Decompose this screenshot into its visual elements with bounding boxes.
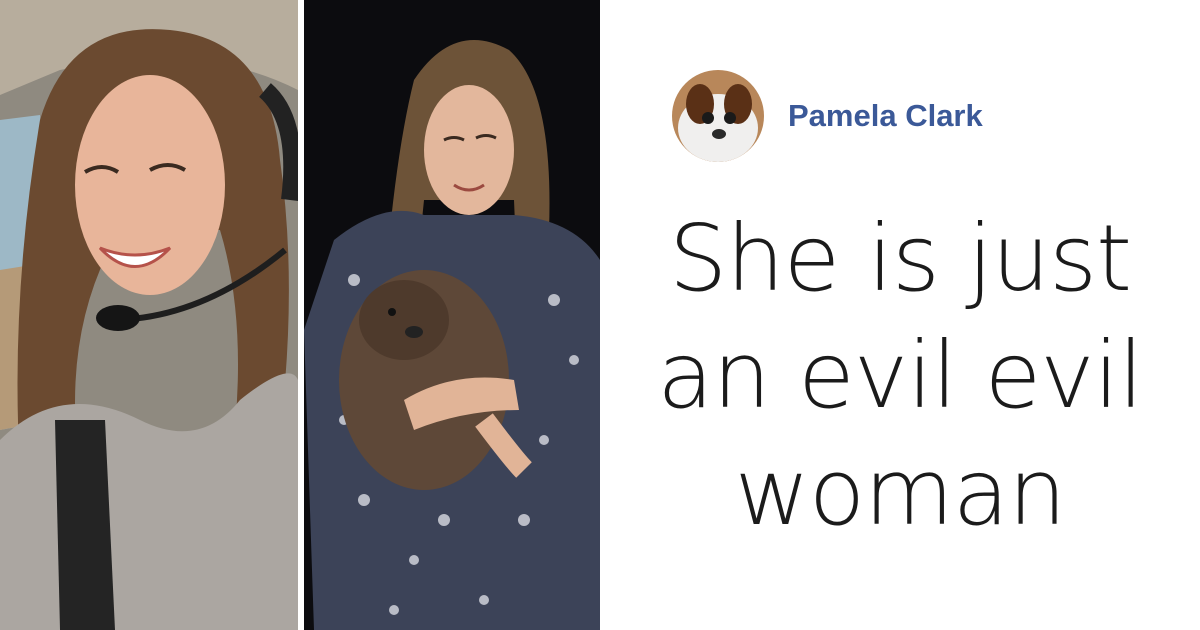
comment-author: Pamela Clark [672,70,983,162]
author-name[interactable]: Pamela Clark [788,98,983,134]
avatar[interactable] [672,70,764,162]
comment-text-line: woman [734,439,1067,546]
comment-panel: Pamela Clark She is just an evil evil wo… [600,0,1200,630]
woman-cockpit-photo [0,0,298,630]
woman-holding-wombat-photo [304,0,600,630]
comment-text-line: an evil evil [657,322,1144,429]
comment-text-line: She is just [668,205,1132,312]
comment-text: She is just an evil evil woman [600,200,1200,551]
